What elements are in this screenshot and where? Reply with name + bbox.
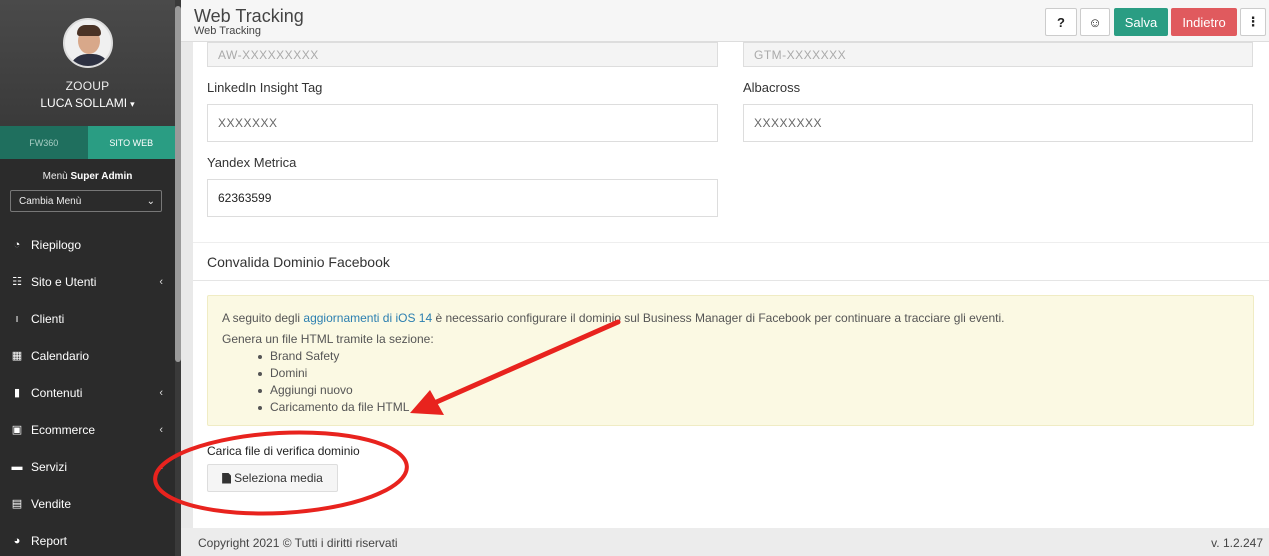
- notice-intro: Genera un file HTML tramite la sezione:: [222, 332, 434, 346]
- page-title: Web Tracking: [194, 6, 304, 26]
- file-icon: [222, 472, 232, 484]
- google-ads-input[interactable]: AW-XXXXXXXXX: [207, 42, 718, 67]
- facebook-section-title: Convalida Dominio Facebook: [207, 254, 390, 270]
- gtm-input[interactable]: GTM-XXXXXXX: [743, 42, 1253, 67]
- chevron-left-icon: ‹: [159, 460, 163, 473]
- list-item: Aggiungi nuovo: [258, 382, 1239, 399]
- albacross-input[interactable]: XXXXXXXX: [743, 104, 1253, 142]
- menu-title: Menù Super Admin: [0, 171, 175, 182]
- list-item: Caricamento da file HTML: [258, 399, 1239, 416]
- calculator-icon: ▤: [11, 498, 23, 510]
- sidebar-item-calendario[interactable]: ▦ Calendario: [0, 337, 175, 374]
- yandex-label: Yandex Metrica: [207, 155, 297, 170]
- menu-title-prefix: Menù: [42, 171, 68, 182]
- sidebar-item-report[interactable]: ◕ Report: [0, 522, 175, 556]
- change-menu-select[interactable]: Cambia Menù ⌄: [10, 190, 162, 212]
- avatar[interactable]: [62, 18, 113, 68]
- yandex-input[interactable]: 62363599: [207, 179, 718, 217]
- person-icon: ı: [15, 312, 19, 325]
- pie-chart-icon: ◕: [13, 534, 21, 547]
- chevron-down-icon: ⌄: [146, 195, 155, 207]
- sidebar-item-label: Ecommerce: [31, 422, 96, 437]
- chevron-left-icon: ‹: [159, 275, 163, 288]
- list-item: Brand Safety: [258, 348, 1239, 365]
- kebab-menu-icon: ⋮: [1246, 14, 1260, 29]
- notice-text-post: è necessario configurare il dominio sul …: [432, 311, 1005, 325]
- money-icon: ▣: [11, 424, 23, 436]
- smile-icon: ☺: [1088, 14, 1102, 30]
- sidebar-item-label: Clienti: [31, 311, 65, 326]
- sidebar-item-label: Vendite: [31, 496, 72, 511]
- organization-name: ZOOUP: [65, 79, 110, 93]
- change-menu-value: Cambia Menù: [19, 195, 82, 207]
- copyright: Copyright 2021 © Tutti i diritti riserva…: [198, 536, 398, 550]
- user-name: LUCA SOLLAMI: [40, 96, 128, 110]
- sidebar-scrollbar-thumb[interactable]: [175, 6, 181, 362]
- select-media-label: Seleziona media: [234, 471, 323, 485]
- more-options-button[interactable]: ⋮: [1240, 8, 1266, 36]
- sidebar-item-servizi[interactable]: ▬ Servizi ‹: [0, 448, 175, 485]
- linkedin-input[interactable]: XXXXXXX: [207, 104, 718, 142]
- divider: [193, 280, 1269, 281]
- notice-text: A seguito degli aggiornamenti di iOS 14 …: [222, 311, 1239, 325]
- sidebar-item-contenuti[interactable]: ▮ Contenuti ‹: [0, 374, 175, 411]
- user-menu[interactable]: LUCA SOLLAMI ▾: [0, 96, 175, 110]
- sidebar-item-riepilogo[interactable]: ◔ Riepilogo: [0, 226, 175, 263]
- sidebar-tabs: FW360 SITO WEB: [0, 126, 175, 159]
- select-media-button[interactable]: Seleziona media: [207, 464, 338, 492]
- sidebar-scrollbar[interactable]: [175, 0, 181, 556]
- linkedin-label: LinkedIn Insight Tag: [207, 80, 323, 95]
- sidebar-nav: ◔ Riepilogo ☷ Sito e Utenti ‹ ı Clienti …: [0, 226, 175, 556]
- caret-down-icon: ▾: [130, 99, 135, 109]
- chevron-left-icon: ‹: [159, 386, 163, 399]
- albacross-label: Albacross: [743, 80, 801, 95]
- briefcase-icon: ▬: [11, 460, 23, 473]
- back-button[interactable]: Indietro: [1171, 8, 1237, 36]
- sidebar-item-label: Calendario: [31, 348, 90, 363]
- file-icon: ▮: [13, 387, 21, 399]
- help-button[interactable]: ?: [1045, 8, 1077, 36]
- feedback-button[interactable]: ☺: [1080, 8, 1110, 36]
- calendar-icon: ▦: [11, 350, 23, 362]
- sidebar-item-vendite[interactable]: ▤ Vendite: [0, 485, 175, 522]
- tab-fw360[interactable]: FW360: [0, 126, 88, 159]
- breadcrumb: Web Tracking: [194, 25, 262, 37]
- sitemap-icon: ☷: [12, 276, 22, 288]
- sidebar-item-clienti[interactable]: ı Clienti: [0, 300, 175, 337]
- upload-label: Carica file di verifica dominio: [207, 444, 360, 458]
- chevron-left-icon: ‹: [159, 423, 163, 436]
- divider: [193, 242, 1269, 243]
- facebook-notice: A seguito degli aggiornamenti di iOS 14 …: [207, 295, 1254, 426]
- sidebar-item-label: Riepilogo: [31, 237, 82, 252]
- sidebar-item-label: Report: [31, 533, 68, 548]
- profile-panel: ZOOUP LUCA SOLLAMI ▾: [0, 0, 175, 126]
- sidebar-item-ecommerce[interactable]: ▣ Ecommerce ‹: [0, 411, 175, 448]
- sidebar-item-label: Contenuti: [31, 385, 83, 400]
- version: v. 1.2.247: [1211, 536, 1263, 550]
- page-header: Web Tracking Web Tracking ? ☺ Salva Indi…: [181, 0, 1269, 42]
- sidebar: ZOOUP LUCA SOLLAMI ▾ FW360 SITO WEB Menù …: [0, 0, 175, 556]
- notice-text-pre: A seguito degli: [222, 311, 304, 325]
- list-item: Domini: [258, 365, 1239, 382]
- sidebar-item-sito-e-utenti[interactable]: ☷ Sito e Utenti ‹: [0, 263, 175, 300]
- gauge-icon: ◔: [13, 238, 21, 251]
- steps-list: Brand Safety Domini Aggiungi nuovo Caric…: [222, 348, 1239, 416]
- page-footer: Copyright 2021 © Tutti i diritti riserva…: [181, 528, 1269, 556]
- ios14-updates-link[interactable]: aggiornamenti di iOS 14: [303, 311, 432, 325]
- sidebar-item-label: Sito e Utenti: [31, 274, 97, 289]
- tab-sito-web[interactable]: SITO WEB: [87, 126, 175, 159]
- menu-title-role: Super Admin: [70, 171, 133, 182]
- save-button[interactable]: Salva: [1114, 8, 1168, 36]
- main-content: AW-XXXXXXXXX GTM-XXXXXXX LinkedIn Insigh…: [193, 42, 1269, 528]
- sidebar-item-label: Servizi: [31, 459, 68, 474]
